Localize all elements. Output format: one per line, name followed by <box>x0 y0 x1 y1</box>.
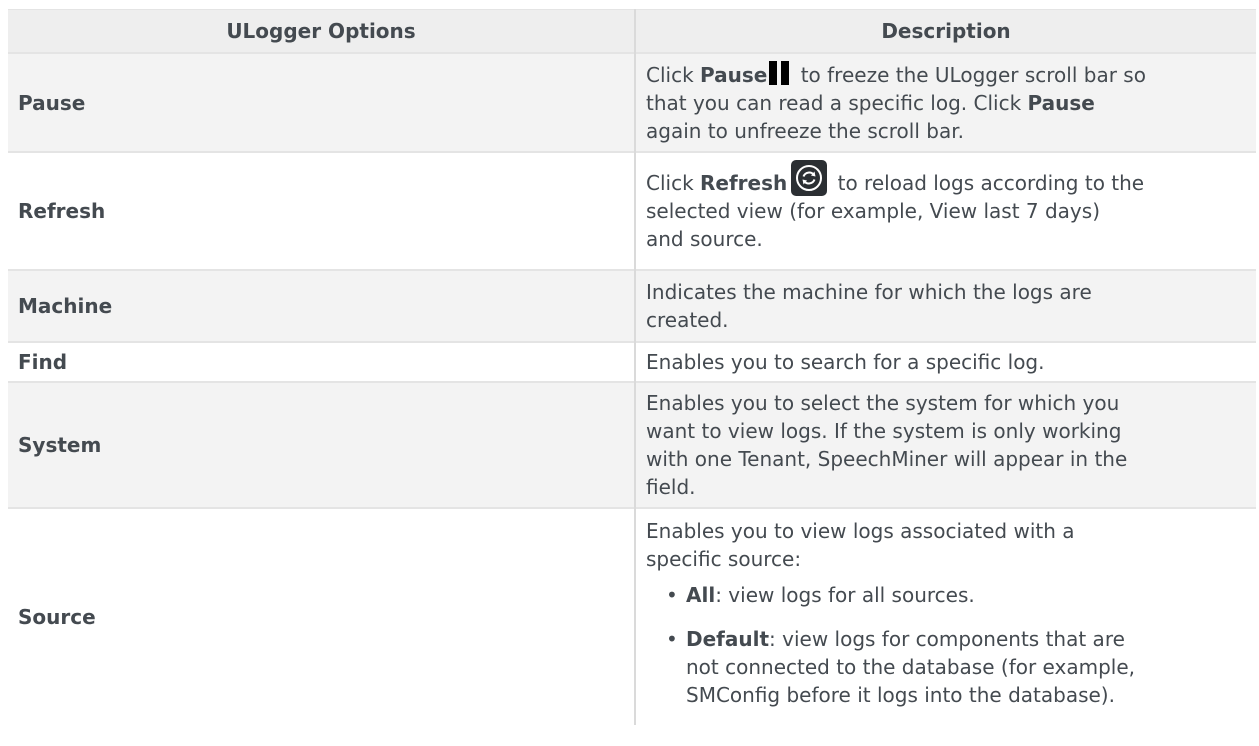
description-refresh: Click Refresh to reload logs according t… <box>634 151 1256 270</box>
table-row: System Enables you to select the system … <box>8 381 1256 508</box>
desc-text: Click <box>646 62 701 87</box>
desc-text: Enables you to search for a specific log… <box>646 350 1045 374</box>
description-machine: Indicates the machine for which the logs… <box>634 269 1256 342</box>
desc-bold: Pause <box>1027 90 1095 115</box>
header-options: ULogger Options <box>8 9 635 53</box>
desc-bold: Refresh <box>700 171 788 195</box>
desc-text: Indicates the machine for which the logs… <box>646 280 1092 332</box>
list-item: Default: view logs for components that a… <box>666 625 1246 709</box>
table-row: Machine Indicates the machine for which … <box>8 269 1256 342</box>
table-row: Source Enables you to view logs associat… <box>8 507 1256 725</box>
description-system: Enables you to select the system for whi… <box>634 381 1256 508</box>
option-pause: Pause <box>8 52 635 152</box>
desc-bold: Pause <box>700 62 768 87</box>
option-source: Source <box>8 507 635 725</box>
table-row: Find Enables you to search for a specifi… <box>8 341 1256 382</box>
option-system: System <box>8 381 635 508</box>
list-item-bold: Default <box>686 627 770 651</box>
table-row: Pause Click Pause to freeze the ULogger … <box>8 52 1256 152</box>
desc-text: again to unfreeze the scroll bar. <box>646 118 964 143</box>
list-item-bold: All <box>686 583 716 607</box>
document-page: ULogger Options Description Pause Click … <box>0 0 1259 746</box>
option-machine: Machine <box>8 269 635 342</box>
option-refresh: Refresh <box>8 151 635 270</box>
desc-text: Enables you to view logs associated with… <box>646 519 1075 571</box>
ulogger-options-table: ULogger Options Description Pause Click … <box>8 9 1256 725</box>
description-find: Enables you to search for a specific log… <box>634 341 1256 382</box>
desc-text: Enables you to select the system for whi… <box>646 391 1128 499</box>
description-pause: Click Pause to freeze the ULogger scroll… <box>634 52 1256 152</box>
table-row: Refresh Click Refresh to reload logs acc… <box>8 151 1256 270</box>
description-source: Enables you to view logs associated with… <box>634 507 1256 725</box>
desc-text: Click <box>646 171 701 195</box>
refresh-icon <box>791 160 828 196</box>
list-item-text: : view logs for all sources. <box>715 583 975 607</box>
header-description: Description <box>634 9 1256 53</box>
source-list: All: view logs for all sources. Default:… <box>646 581 1246 709</box>
pause-icon <box>769 60 791 85</box>
table-header-row: ULogger Options Description <box>8 9 1256 53</box>
list-item: All: view logs for all sources. <box>666 581 1246 609</box>
option-find: Find <box>8 341 635 382</box>
